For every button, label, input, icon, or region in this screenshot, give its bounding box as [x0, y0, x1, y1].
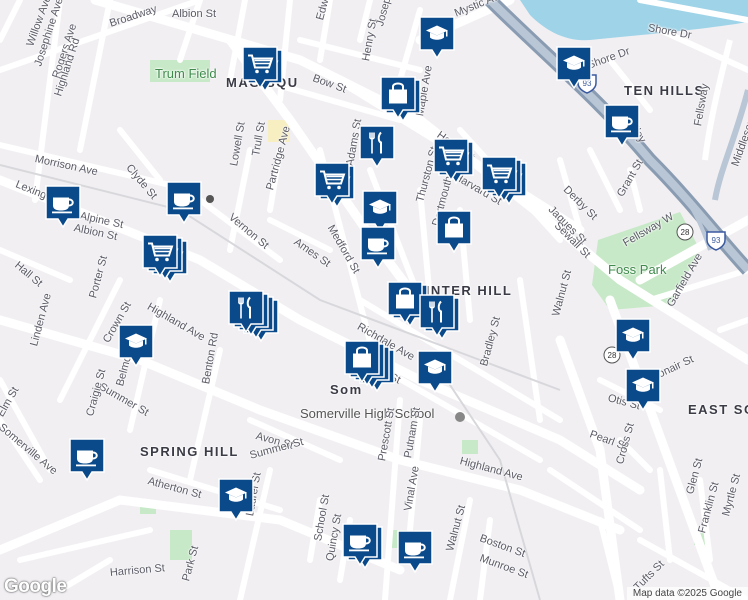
coffee-icon[interactable] [45, 185, 81, 229]
school-icon[interactable] [218, 478, 254, 522]
coffee-icon[interactable] [69, 438, 105, 482]
school-icon[interactable] [556, 46, 592, 90]
grocery-cart-icon[interactable] [142, 234, 178, 278]
shopping-bag-icon[interactable] [387, 281, 423, 325]
shopping-bag-icon[interactable] [380, 76, 416, 120]
coffee-icon[interactable] [604, 104, 640, 148]
restaurant-icon[interactable] [419, 294, 455, 338]
google-logo: Google [4, 576, 67, 597]
restaurant-icon[interactable] [228, 290, 264, 334]
coffee-icon[interactable] [397, 530, 433, 574]
shopping-bag-icon[interactable] [436, 210, 472, 254]
map-attribution[interactable]: Map data ©2025 Google [626, 587, 748, 600]
grocery-cart-icon[interactable] [242, 46, 278, 90]
coffee-icon[interactable] [342, 523, 378, 567]
transit-station-icon [206, 195, 214, 203]
school-icon[interactable] [419, 16, 455, 60]
coffee-icon[interactable] [166, 181, 202, 225]
restaurant-icon[interactable] [359, 125, 395, 169]
school-icon[interactable] [625, 368, 661, 412]
school-icon[interactable] [417, 350, 453, 394]
school-icon[interactable] [118, 324, 154, 368]
grocery-cart-icon[interactable] [314, 162, 350, 206]
shield-28-a: 28 [681, 228, 690, 237]
shield-93-b: 93 [712, 236, 721, 245]
coffee-icon[interactable] [360, 226, 396, 270]
trum-field-park [150, 60, 210, 82]
grocery-cart-icon[interactable] [433, 138, 469, 182]
map-canvas[interactable]: 93 93 28 28 TEN HILLS WINTER HILL SPRING H… [0, 0, 748, 600]
map-base: 93 93 28 28 [0, 0, 748, 600]
school-icon[interactable] [615, 318, 651, 362]
grocery-cart-icon[interactable] [481, 156, 517, 200]
school-place-icon [455, 412, 465, 422]
shopping-bag-icon[interactable] [344, 340, 380, 384]
